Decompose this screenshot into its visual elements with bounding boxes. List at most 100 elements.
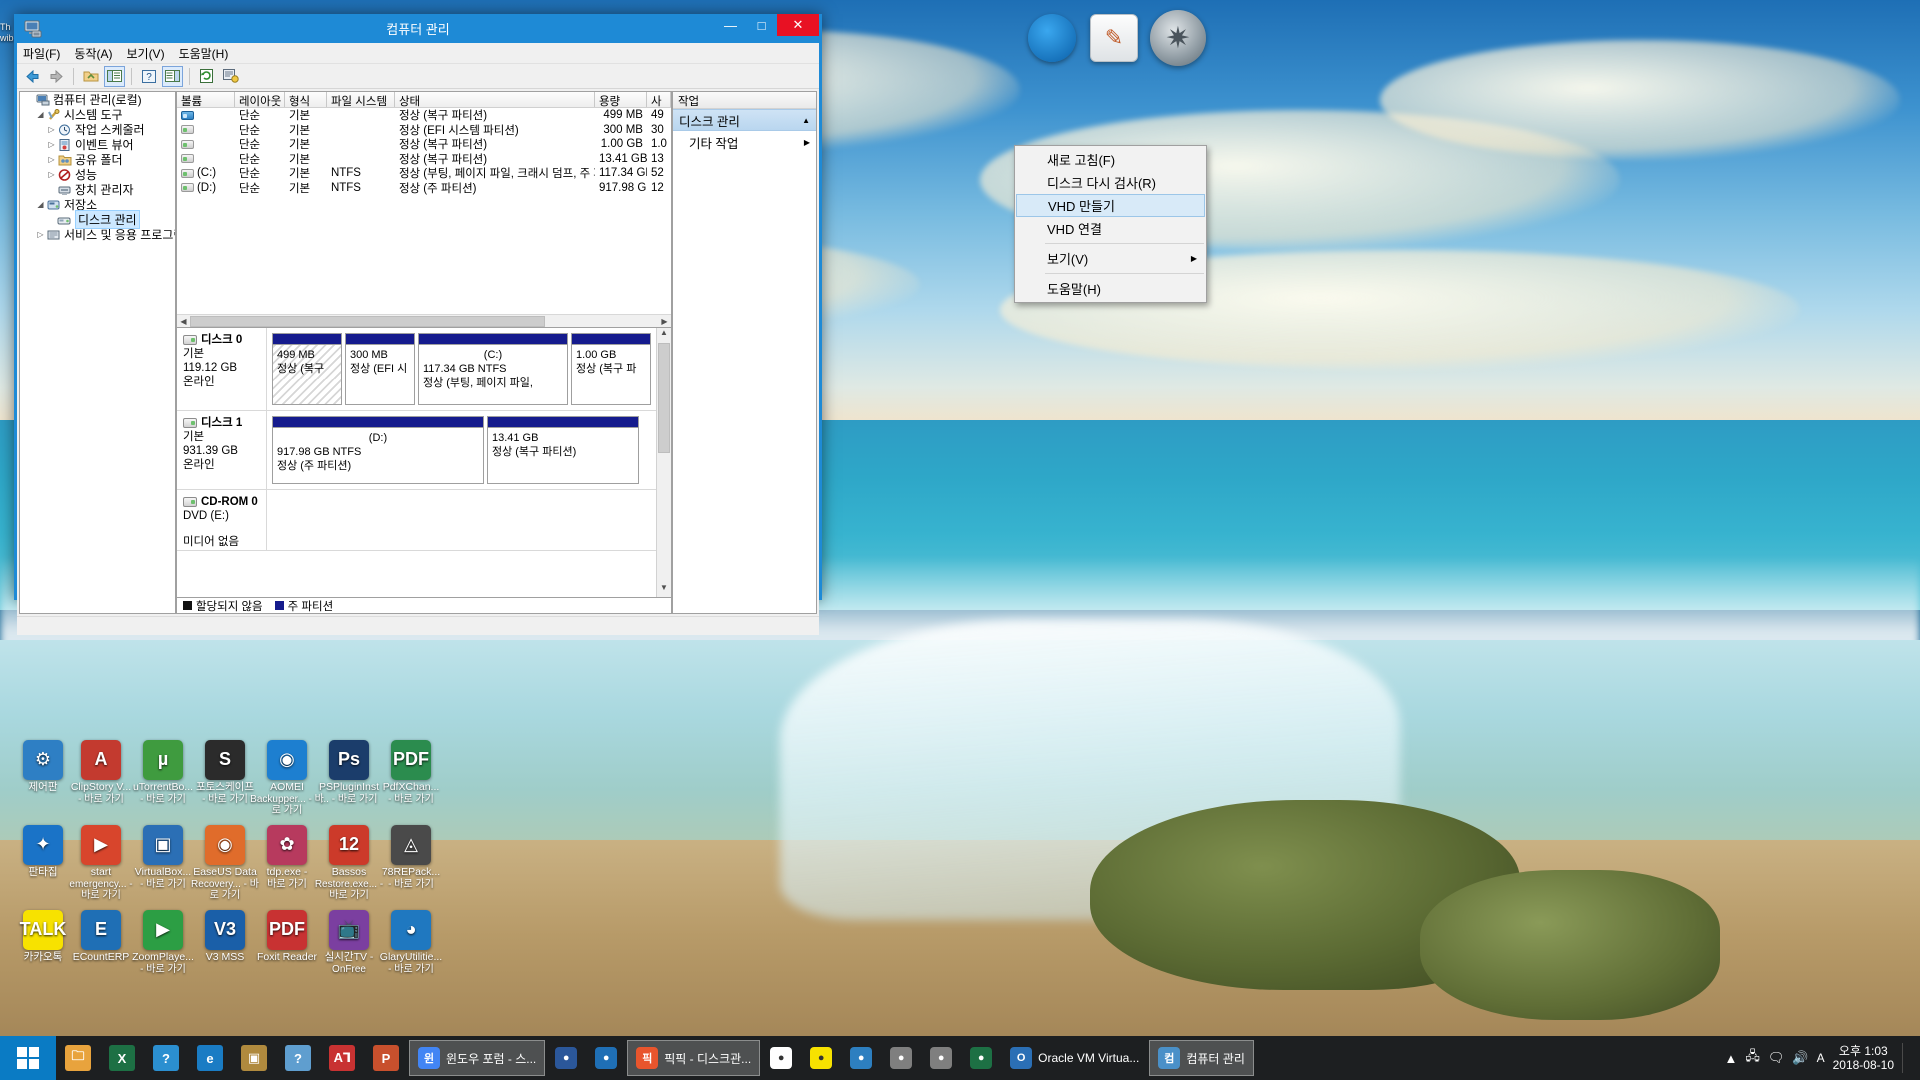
taskbar-task-8[interactable]: ●: [922, 1040, 960, 1076]
taskbar-task-7[interactable]: ●: [882, 1040, 920, 1076]
start-button[interactable]: [0, 1036, 56, 1080]
table-row[interactable]: 단순 기본 정상 (복구 파티션) 1.00 GB 1.0: [177, 137, 671, 152]
column-header-status[interactable]: 상태: [394, 92, 595, 107]
quick-launch-area[interactable]: 🗀 X? e ▣? A⅂ P: [56, 1036, 408, 1080]
tree-expand-icon[interactable]: ▷: [35, 230, 46, 239]
tree-expand-icon[interactable]: ▷: [46, 140, 57, 149]
partition[interactable]: 13.41 GB 정상 (복구 파티션): [486, 416, 639, 484]
tree-item-5[interactable]: ▷ 성능: [20, 167, 175, 182]
column-header-capacity[interactable]: 용량: [594, 92, 647, 107]
column-header-layout[interactable]: 레이아웃: [234, 92, 285, 107]
show-action-pane-button[interactable]: [162, 65, 183, 87]
forward-button[interactable]: [46, 66, 67, 87]
taskbar-task-1[interactable]: ●: [547, 1040, 585, 1076]
chevron-up-icon[interactable]: ▲: [802, 116, 810, 125]
scroll-down-arrow[interactable]: ▼: [660, 583, 668, 597]
scroll-right-arrow[interactable]: ▶: [658, 317, 671, 326]
tree-item-0[interactable]: 컴퓨터 관리(로컬): [20, 92, 175, 107]
clock[interactable]: 오후 1:03 2018-08-10: [1833, 1044, 1894, 1072]
tree-item-1[interactable]: ◢ 시스템 도구: [20, 107, 175, 122]
system-tray[interactable]: ▲ 🖧 🗨 🔊 A 오후 1:03 2018-08-10: [1725, 1043, 1920, 1073]
quick-launch-font-icon[interactable]: A⅂: [320, 1036, 364, 1080]
desktop-icon-13[interactable]: ◬ 78REPack... - 바로 가기: [374, 825, 448, 890]
disk-row[interactable]: 디스크 0 기본 119.12 GB 온라인 499 MB 정상 (복구 300 MB 정상…: [176, 328, 656, 411]
partition[interactable]: 1.00 GB 정상 (복구 파: [570, 333, 651, 405]
show-hide-console-tree-button[interactable]: [104, 65, 125, 87]
context-menu[interactable]: 새로 고침(F) 디스크 다시 검사(R) VHD 만들기 VHD 연결 보기(V) ▶ 도…: [1014, 145, 1207, 303]
context-menu-item-5[interactable]: 보기(V) ▶: [1015, 247, 1206, 270]
refresh-button[interactable]: [196, 66, 217, 87]
network-icon[interactable]: 🖧: [1745, 1047, 1760, 1069]
action-center-icon[interactable]: 🗨: [1768, 1050, 1785, 1066]
table-row[interactable]: 단순 기본 정상 (EFI 시스템 파티션) 300 MB 30: [177, 123, 671, 138]
desktop-icon-20[interactable]: ◕ GlaryUtilitie... - 바로 가기: [374, 910, 448, 975]
up-folder-button[interactable]: [80, 66, 101, 87]
help-button[interactable]: ?: [138, 66, 159, 87]
tree-item-2[interactable]: ▷ 작업 스케줄러: [20, 122, 175, 137]
quick-launch-unknown-icon[interactable]: ?: [276, 1036, 320, 1080]
taskbar-task-9[interactable]: ●: [962, 1040, 1000, 1076]
back-button[interactable]: [22, 66, 43, 87]
minimize-button[interactable]: ―: [715, 14, 746, 36]
quick-launch-help-icon[interactable]: ?: [144, 1036, 188, 1080]
column-header-type[interactable]: 형식: [284, 92, 327, 107]
tree-item-3[interactable]: ▷ 이벤트 뷰어: [20, 137, 175, 152]
partition[interactable]: (D:) 917.98 GB NTFS 정상 (주 파티션): [271, 416, 484, 484]
desktop-widget-note-icon[interactable]: ✎: [1090, 14, 1138, 62]
tree-expand-icon[interactable]: ▷: [46, 155, 57, 164]
volume-list-body[interactable]: 단순 기본 정상 (복구 파티션) 499 MB 49 단순 기본 정상 (EFI 시스템 파…: [177, 108, 671, 195]
tree-expand-icon[interactable]: ▷: [46, 125, 57, 134]
context-menu-item-0[interactable]: 새로 고침(F): [1015, 148, 1206, 171]
tree-item-4[interactable]: ▷ 공유 폴더: [20, 152, 175, 167]
desktop-widget-gear-icon[interactable]: ✷: [1150, 10, 1206, 66]
taskbar-task-10[interactable]: O Oracle VM Virtua...: [1002, 1040, 1147, 1076]
taskbar[interactable]: 🗀 X? e ▣? A⅂ P 윈 윈도우 포럼 - 스... ● ● 픽 픽픽 - 디스크관... ●…: [0, 1036, 1920, 1080]
quick-launch-internet-explorer-icon[interactable]: e: [188, 1036, 232, 1080]
ime-indicator[interactable]: A: [1817, 1051, 1825, 1065]
window-titlebar[interactable]: 컴퓨터 관리 ― □ ✕: [17, 14, 819, 43]
menu-item-2[interactable]: 보기(V): [126, 45, 164, 62]
table-row[interactable]: 단순 기본 정상 (복구 파티션) 499 MB 49: [177, 108, 671, 123]
cdrom-row[interactable]: CD-ROM 0 DVD (E:) 미디어 없음: [176, 490, 656, 551]
computer-management-window[interactable]: 컴퓨터 관리 ― □ ✕ 파일(F) 동작(A) 보기(V) 도움말(H) ?: [14, 14, 822, 635]
desktop-widget-circle-icon[interactable]: [1028, 14, 1076, 62]
actions-list[interactable]: 디스크 관리 ▲ 기타 작업 ▶: [672, 109, 816, 153]
partition[interactable]: 499 MB 정상 (복구: [271, 333, 342, 405]
volume-list[interactable]: 볼륨 레이아웃 형식 파일 시스템 상태 용량 사 단순 기본 정상 (복구 파티션…: [175, 91, 672, 328]
show-desktop-button[interactable]: [1902, 1043, 1910, 1073]
table-row[interactable]: (C:)단순기본NTFS정상 (부팅, 페이지 파일, 크래시 덤프, 주 파티…: [177, 166, 671, 181]
quick-launch-powerpoint-icon[interactable]: P: [364, 1036, 408, 1080]
graphical-view-vscrollbar[interactable]: ▲ ▼: [655, 328, 671, 597]
maximize-button[interactable]: □: [746, 14, 777, 36]
taskbar-task-3[interactable]: 픽 픽픽 - 디스크관...: [627, 1040, 761, 1076]
menu-item-3[interactable]: 도움말(H): [179, 45, 229, 62]
table-row[interactable]: 단순 기본 정상 (복구 파티션) 13.41 GB 13: [177, 152, 671, 167]
volume-icon[interactable]: 🔊: [1792, 1050, 1808, 1066]
taskbar-task-11[interactable]: 컴 컴퓨터 관리: [1149, 1040, 1254, 1076]
tree-item-8[interactable]: 디스크 관리: [20, 210, 175, 229]
volume-list-header[interactable]: 볼륨 레이아웃 형식 파일 시스템 상태 용량 사: [176, 92, 671, 108]
chevron-right-icon[interactable]: ▶: [804, 138, 810, 147]
quick-launch-file-explorer-icon[interactable]: 🗀: [56, 1036, 100, 1080]
context-menu-item-7[interactable]: 도움말(H): [1015, 277, 1206, 300]
quick-launch-package-icon[interactable]: ▣: [232, 1036, 276, 1080]
taskbar-task-5[interactable]: ●: [802, 1040, 840, 1076]
scroll-left-arrow[interactable]: ◀: [177, 317, 190, 326]
taskbar-task-6[interactable]: ●: [842, 1040, 880, 1076]
scroll-up-arrow[interactable]: ▲: [660, 328, 668, 342]
action-item-0[interactable]: 디스크 관리 ▲: [672, 109, 816, 131]
show-hidden-icons-button[interactable]: ▲: [1725, 1051, 1738, 1066]
actions-pane[interactable]: 작업 디스크 관리 ▲ 기타 작업 ▶: [671, 91, 817, 614]
context-menu-item-1[interactable]: 디스크 다시 검사(R): [1015, 171, 1206, 194]
taskbar-task-4[interactable]: ●: [762, 1040, 800, 1076]
menu-bar[interactable]: 파일(F) 동작(A) 보기(V) 도움말(H): [17, 43, 819, 64]
context-menu-item-3[interactable]: VHD 연결: [1015, 217, 1206, 240]
tree-item-9[interactable]: ▷ 서비스 및 응용 프로그램: [20, 227, 175, 242]
taskbar-task-list[interactable]: 윈 윈도우 포럼 - 스... ● ● 픽 픽픽 - 디스크관... ● ● ● ● ● ● O Orac…: [408, 1040, 1255, 1076]
action-item-1[interactable]: 기타 작업 ▶: [673, 131, 816, 153]
menu-item-1[interactable]: 동작(A): [74, 45, 112, 62]
window-controls[interactable]: ― □ ✕: [715, 14, 819, 43]
volume-list-hscrollbar[interactable]: ◀ ▶: [176, 314, 671, 327]
export-list-button[interactable]: [220, 66, 241, 87]
menu-item-0[interactable]: 파일(F): [23, 45, 60, 62]
